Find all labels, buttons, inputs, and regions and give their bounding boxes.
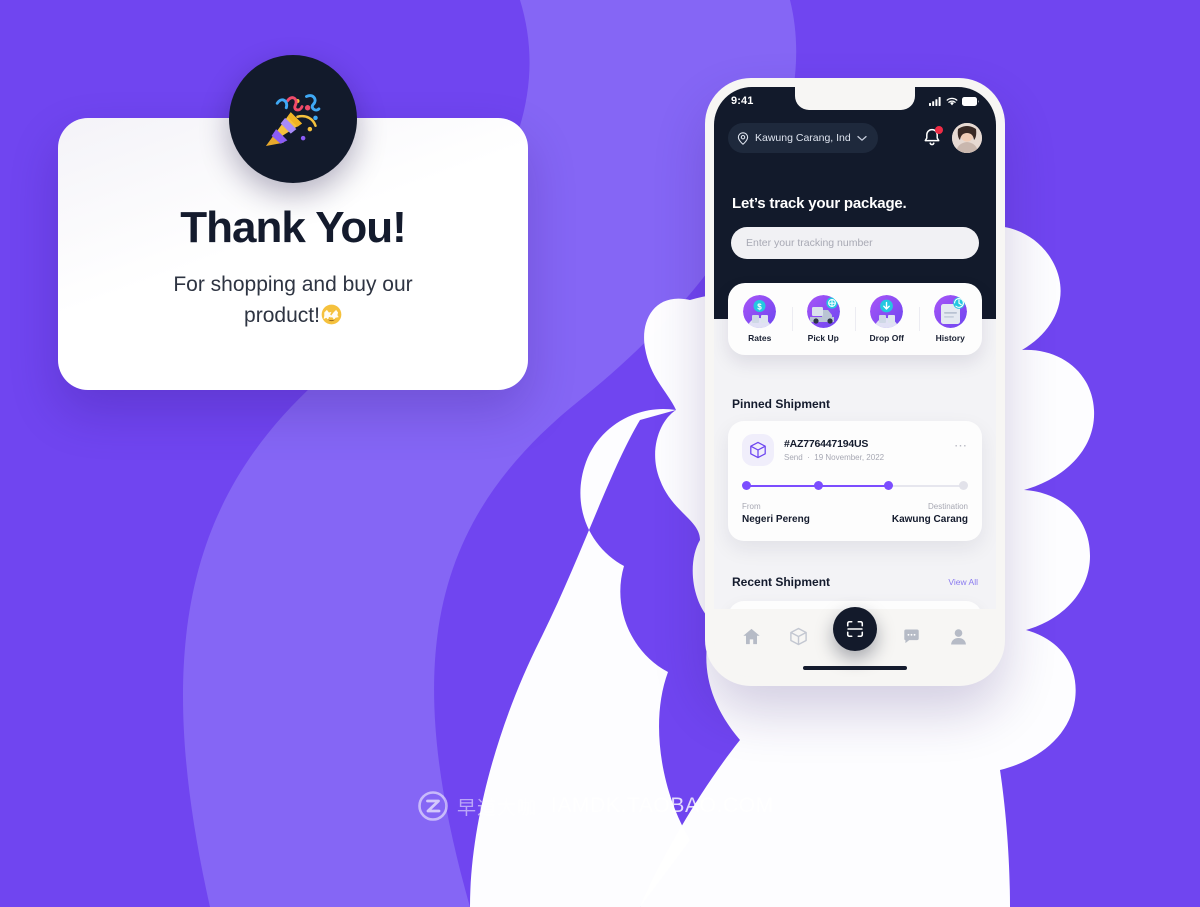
meta-separator: · xyxy=(807,453,810,462)
location-pin-icon xyxy=(737,131,749,145)
party-popper-icon xyxy=(229,55,357,183)
status-bar-icons xyxy=(929,96,979,106)
progress-step-2 xyxy=(814,481,824,490)
tracking-search-placeholder: Enter your tracking number xyxy=(746,237,873,249)
quick-action-history[interactable]: History xyxy=(918,295,983,343)
quick-action-label: Drop Off xyxy=(869,333,904,343)
thank-you-subtitle-line1: For shopping and buy our xyxy=(173,273,413,297)
z-circle-logo-icon xyxy=(418,791,448,821)
shipment-date: 19 November, 2022 xyxy=(814,453,885,462)
avatar[interactable] xyxy=(952,123,982,153)
app-top-bar: Kawung Carang, Ind xyxy=(714,121,996,155)
destination-value: Kawung Carang xyxy=(891,514,968,525)
dropoff-arrow-icon xyxy=(870,295,904,328)
quick-action-rates[interactable]: $ Rates xyxy=(728,295,792,343)
location-selector[interactable]: Kawung Carang, Ind xyxy=(728,123,878,153)
progress-step-1 xyxy=(742,481,751,490)
rates-dollar-icon: $ xyxy=(743,295,777,328)
shipment-meta: Send · 19 November, 2022 xyxy=(784,453,944,462)
battery-icon xyxy=(962,96,979,106)
view-all-link[interactable]: View All xyxy=(948,577,978,587)
profile-icon xyxy=(950,628,966,644)
home-indicator xyxy=(803,666,907,670)
quick-actions-panel: $ Rates Pick Up Drop Off History xyxy=(728,283,982,355)
quick-action-label: History xyxy=(935,333,965,343)
svg-text:$: $ xyxy=(758,303,763,312)
origin-block: From Negeri Pereng xyxy=(742,502,810,525)
recent-shipment-title: Recent Shipment xyxy=(732,575,831,589)
history-clock-icon xyxy=(933,295,967,328)
quick-action-pickup[interactable]: Pick Up xyxy=(791,295,856,343)
destination-label: Destination xyxy=(927,502,968,511)
watermark-url: IAMDK.TAOBAO.COM xyxy=(551,794,774,817)
quick-action-label: Rates xyxy=(748,333,772,343)
pinned-card-meta: #AZ776447194US Send · 19 November, 2022 xyxy=(784,438,944,462)
package-icon xyxy=(790,627,808,645)
page-headline: Let’s track your package. xyxy=(732,195,907,212)
progress-step-4 xyxy=(959,481,968,490)
phone-mockup: 9:41 Kawung Carang, Ind Let’s track your… xyxy=(705,78,1005,686)
nav-home[interactable] xyxy=(739,623,765,649)
pickup-truck-icon xyxy=(806,295,840,328)
nav-scan-button[interactable] xyxy=(832,607,877,651)
thank-you-subtitle: For shopping and buy our product! xyxy=(92,270,494,331)
shipment-progress xyxy=(742,481,968,490)
more-horizontal-icon[interactable]: ⋯ xyxy=(954,439,968,461)
quick-action-dropoff[interactable]: Drop Off xyxy=(855,295,919,343)
thank-you-text-block: Thank You! For shopping and buy our prod… xyxy=(58,203,528,331)
nav-profile[interactable] xyxy=(945,623,971,649)
package-box-icon xyxy=(742,434,774,466)
pinned-card-footer: From Negeri Pereng Destination Kawung Ca… xyxy=(742,502,968,525)
star-struck-icon xyxy=(321,304,342,325)
pinned-shipment-card[interactable]: #AZ776447194US Send · 19 November, 2022 … xyxy=(728,421,982,541)
watermark-chinese-text: 早道大咖 xyxy=(457,797,538,819)
user-avatar-image xyxy=(952,123,982,153)
shipment-type: Send xyxy=(784,453,803,462)
from-label: From xyxy=(742,502,761,511)
home-icon xyxy=(743,628,760,644)
tracking-search-input[interactable]: Enter your tracking number xyxy=(731,227,979,259)
hand-wrist-shape xyxy=(470,408,690,907)
location-label: Kawung Carang, Ind xyxy=(755,132,851,144)
page-title: Thank You! xyxy=(180,203,407,252)
thank-you-subtitle-line2: product! xyxy=(244,303,320,327)
thank-you-card: Thank You! For shopping and buy our prod… xyxy=(58,55,528,390)
pinned-shipment-title: Pinned Shipment xyxy=(732,397,831,411)
quick-action-label: Pick Up xyxy=(807,333,839,343)
chat-icon xyxy=(903,628,919,643)
cellular-signal-icon xyxy=(929,96,941,106)
scan-icon xyxy=(846,620,864,638)
nav-packages[interactable] xyxy=(786,623,812,649)
notifications-button[interactable] xyxy=(920,126,944,150)
destination-block: Destination Kawung Carang xyxy=(892,502,968,525)
chevron-down-icon xyxy=(857,135,867,141)
status-bar-time: 9:41 xyxy=(731,95,754,107)
progress-step-3 xyxy=(884,481,894,490)
notification-badge xyxy=(935,126,943,134)
pinned-card-header: #AZ776447194US Send · 19 November, 2022 … xyxy=(742,434,968,466)
phone-screen: 9:41 Kawung Carang, Ind Let’s track your… xyxy=(714,87,996,677)
tracking-number: #AZ776447194US xyxy=(784,438,869,450)
phone-notch xyxy=(795,87,915,110)
nav-chat[interactable] xyxy=(898,623,924,649)
watermark: 早道大咖 IAMDK.TAOBAO.COM xyxy=(418,791,774,821)
wifi-icon xyxy=(946,97,958,105)
from-value: Negeri Pereng xyxy=(742,514,810,525)
